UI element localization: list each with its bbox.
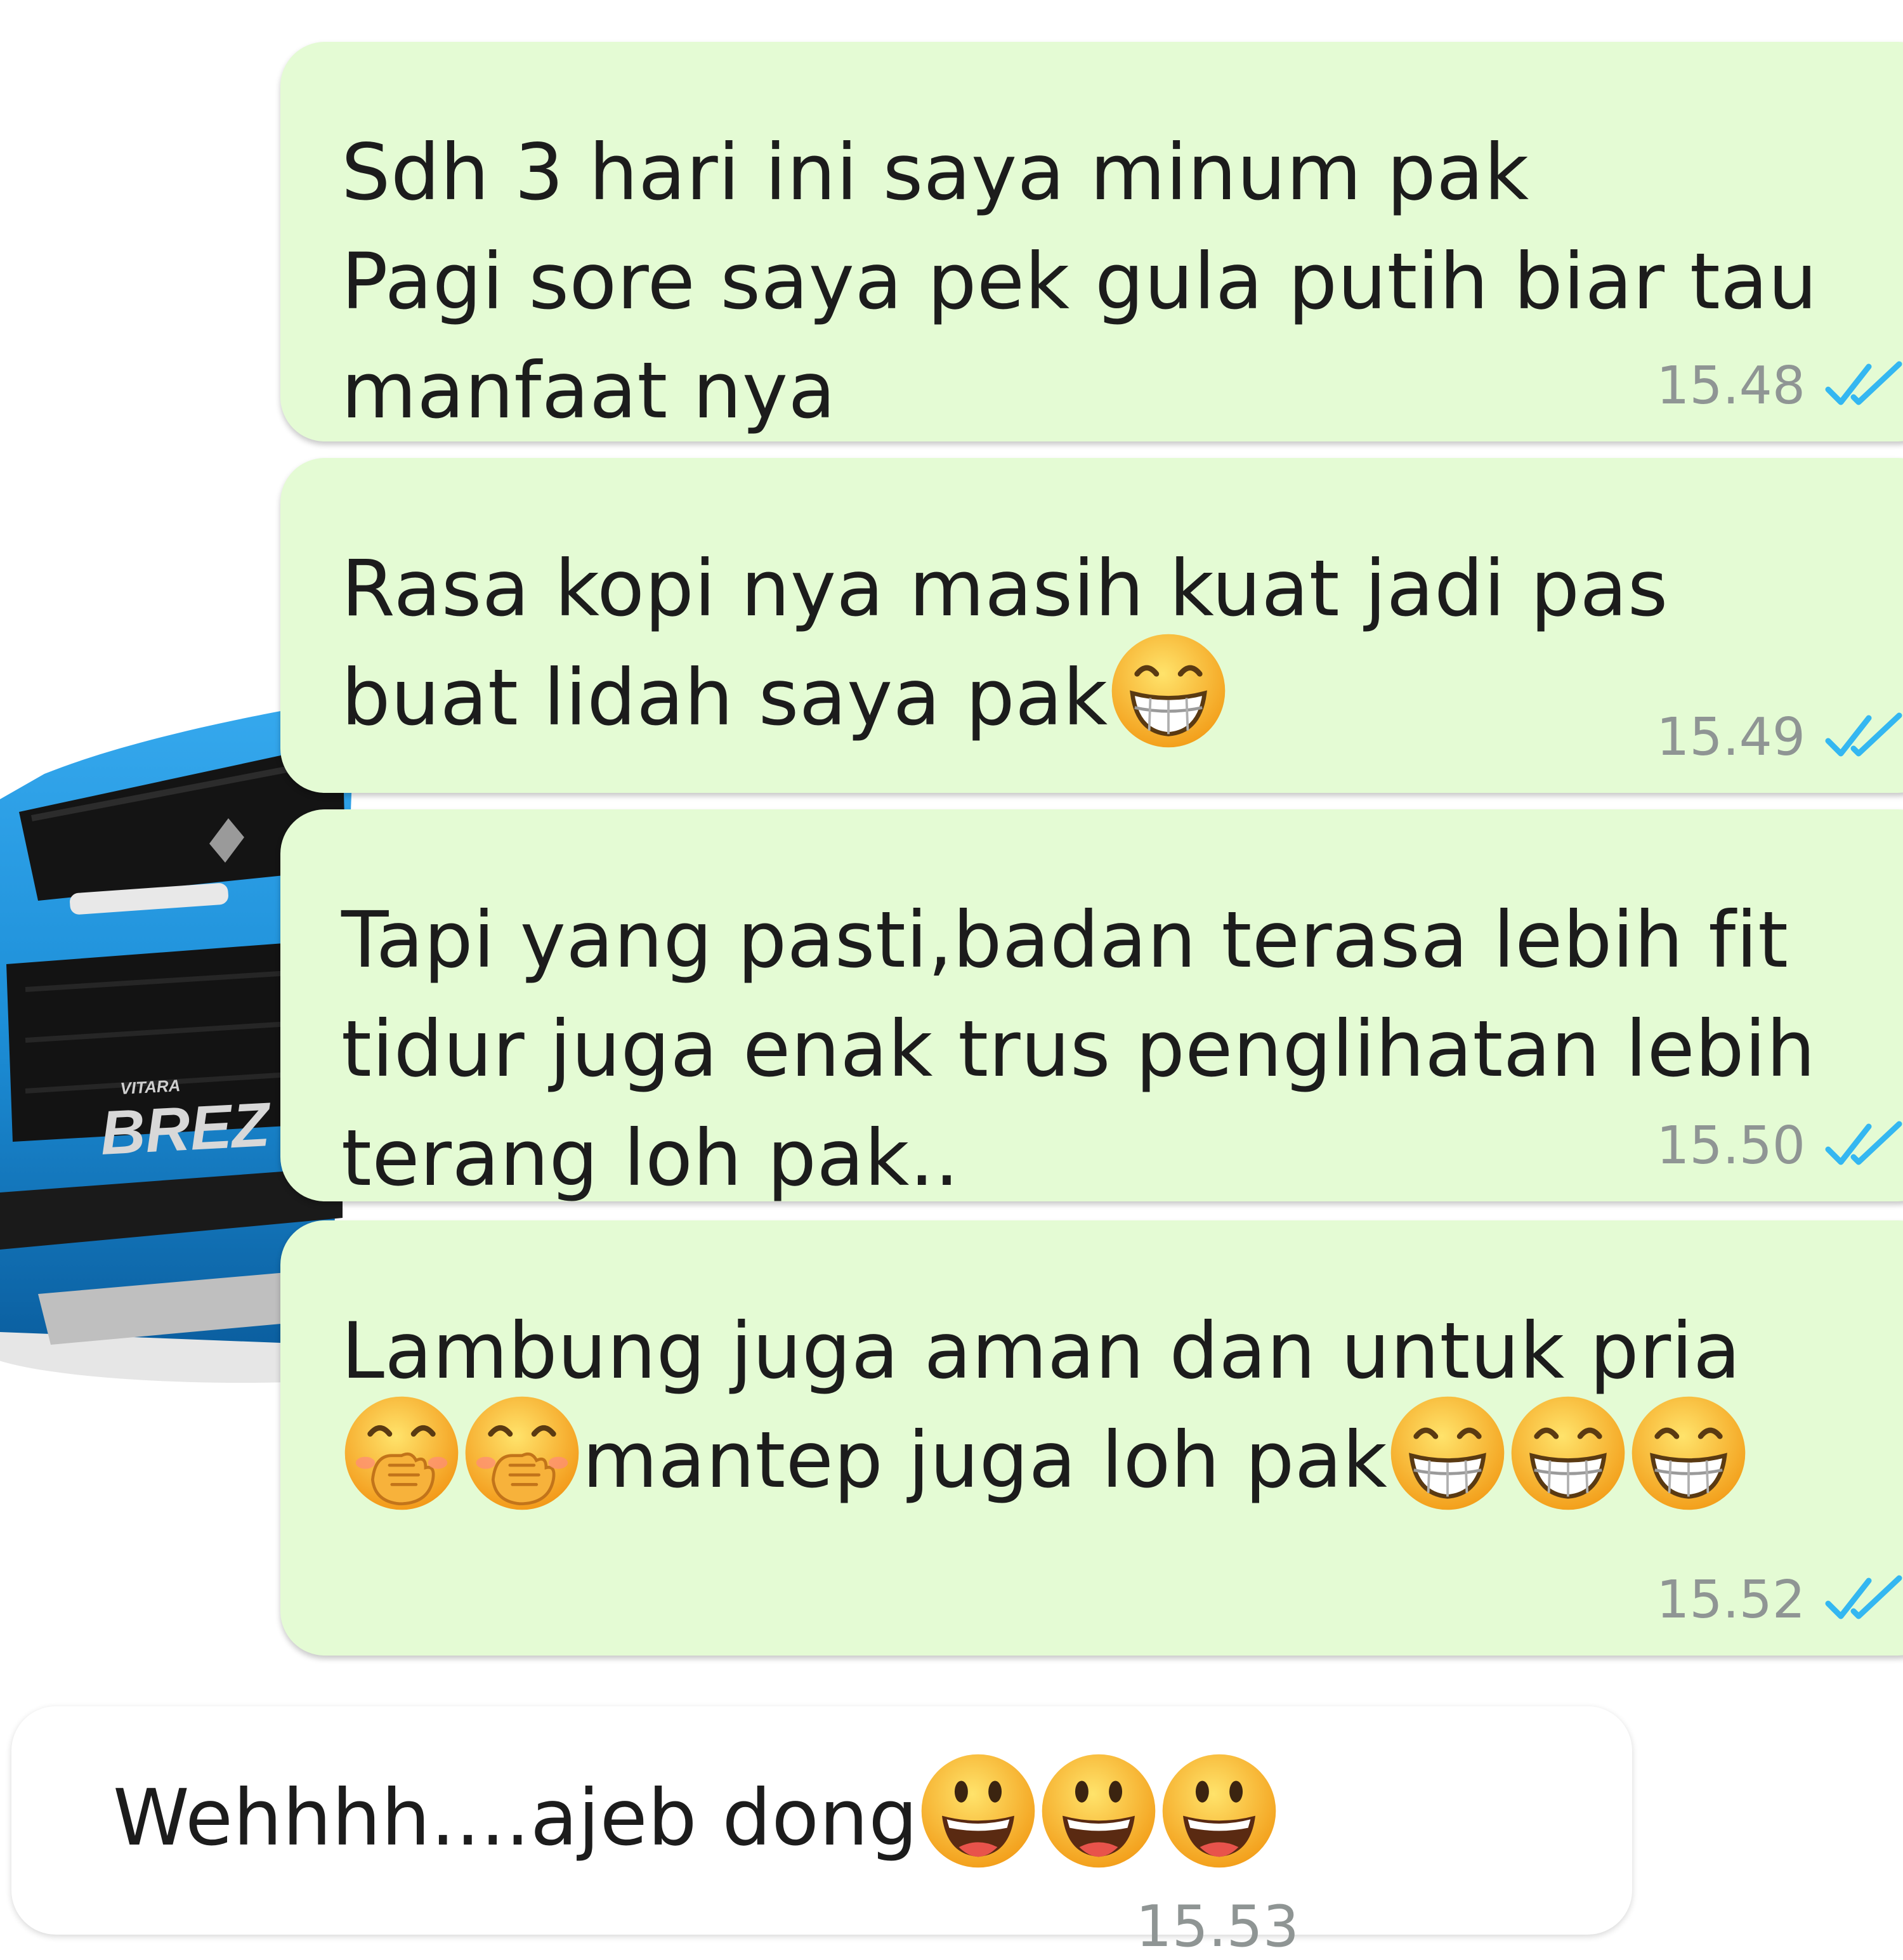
grinning-face-big-eyes-emoji-icon xyxy=(1038,1751,1159,1871)
message-line: buat lidah saya pak xyxy=(341,634,1885,752)
face-with-hand-over-mouth-emoji-icon xyxy=(462,1393,582,1513)
grinning-face-big-eyes-emoji-icon xyxy=(1159,1751,1279,1871)
message-line-text: manfaat nya xyxy=(341,346,836,436)
message-line: terang loh pak.. xyxy=(341,1104,1885,1213)
message-line: Rasa kopi nya masih kuat jadi pas xyxy=(341,534,1885,643)
face-with-hand-over-mouth-emoji-icon xyxy=(341,1393,462,1513)
message-bubble-outgoing[interactable]: Rasa kopi nya masih kuat jadi pas buat li… xyxy=(280,458,1903,793)
message-line: tidur juga enak trus penglihatan lebih xyxy=(341,995,1885,1104)
grinning-squinting-face-emoji-icon xyxy=(1628,1393,1749,1513)
double-check-icon xyxy=(1824,1573,1903,1628)
message-meta: 15.48 xyxy=(1656,356,1903,416)
message-text: Sdh 3 hari ini saya minum pak Pagi sore s… xyxy=(341,118,1885,445)
message-text: Wehhhh....ajeb dong xyxy=(113,1754,1575,1872)
message-line-text: tidur juga enak trus penglihatan lebih xyxy=(341,1004,1816,1094)
grinning-squinting-face-emoji-icon xyxy=(1108,630,1229,751)
message-line: manfaat nya xyxy=(341,336,1885,445)
message-bubble-outgoing[interactable]: Sdh 3 hari ini saya minum pak Pagi sore s… xyxy=(280,42,1903,441)
message-meta: 15.50 xyxy=(1656,1116,1903,1176)
grinning-squinting-face-emoji-icon xyxy=(1387,1393,1508,1513)
message-text: Tapi yang pasti,badan terasa lebih fit ti… xyxy=(341,885,1885,1213)
double-check-icon xyxy=(1824,1119,1903,1173)
message-line: Wehhhh....ajeb dong xyxy=(113,1754,1575,1872)
message-line-text: buat lidah saya pak xyxy=(341,653,1108,743)
message-timestamp: 15.50 xyxy=(1656,1116,1805,1176)
message-timestamp: 15.53 xyxy=(1135,1893,1299,1960)
message-timestamp: 15.48 xyxy=(1656,356,1805,416)
message-line: Lambung juga aman dan untuk pria xyxy=(341,1297,1885,1406)
message-line: mantep juga loh pak xyxy=(341,1396,1885,1515)
message-line-text: Lambung juga aman dan untuk pria xyxy=(341,1306,1741,1396)
message-meta: 15.52 xyxy=(1656,1570,1903,1630)
car-badge-large: BREZ xyxy=(98,1089,273,1168)
message-line: Tapi yang pasti,badan terasa lebih fit xyxy=(341,885,1885,995)
grinning-squinting-face-emoji-icon xyxy=(1508,1393,1628,1513)
message-line-text: Sdh 3 hari ini saya minum pak xyxy=(341,127,1529,218)
message-line-text: Rasa kopi nya masih kuat jadi pas xyxy=(341,544,1668,634)
message-bubble-outgoing[interactable]: Lambung juga aman dan untuk pria mantep j… xyxy=(280,1220,1903,1656)
message-bubble-outgoing[interactable]: Tapi yang pasti,badan terasa lebih fit ti… xyxy=(280,809,1903,1203)
message-line-text: terang loh pak.. xyxy=(341,1113,960,1203)
message-line-text: mantep juga loh pak xyxy=(582,1415,1388,1505)
message-line: Sdh 3 hari ini saya minum pak xyxy=(341,118,1885,227)
grinning-face-big-eyes-emoji-icon xyxy=(918,1751,1038,1871)
message-timestamp: 15.52 xyxy=(1656,1570,1805,1630)
message-line-text: Pagi sore saya pek gula putih biar tau xyxy=(341,237,1818,327)
message-timestamp: 15.49 xyxy=(1656,707,1805,768)
message-meta: 15.49 xyxy=(1656,707,1903,768)
double-check-icon xyxy=(1824,710,1903,765)
message-bubble-incoming[interactable]: Wehhhh....ajeb dong 15.53 xyxy=(11,1706,1632,1960)
message-line-text: Wehhhh....ajeb dong xyxy=(113,1773,919,1863)
message-meta: 15.53 xyxy=(1135,1893,1299,1960)
message-text: Lambung juga aman dan untuk pria mantep j… xyxy=(341,1297,1885,1515)
message-line: Pagi sore saya pek gula putih biar tau xyxy=(341,227,1885,336)
message-text: Rasa kopi nya masih kuat jadi pas buat li… xyxy=(341,534,1885,752)
message-line-text: Tapi yang pasti,badan terasa lebih fit xyxy=(341,895,1789,985)
double-check-icon xyxy=(1824,359,1903,414)
